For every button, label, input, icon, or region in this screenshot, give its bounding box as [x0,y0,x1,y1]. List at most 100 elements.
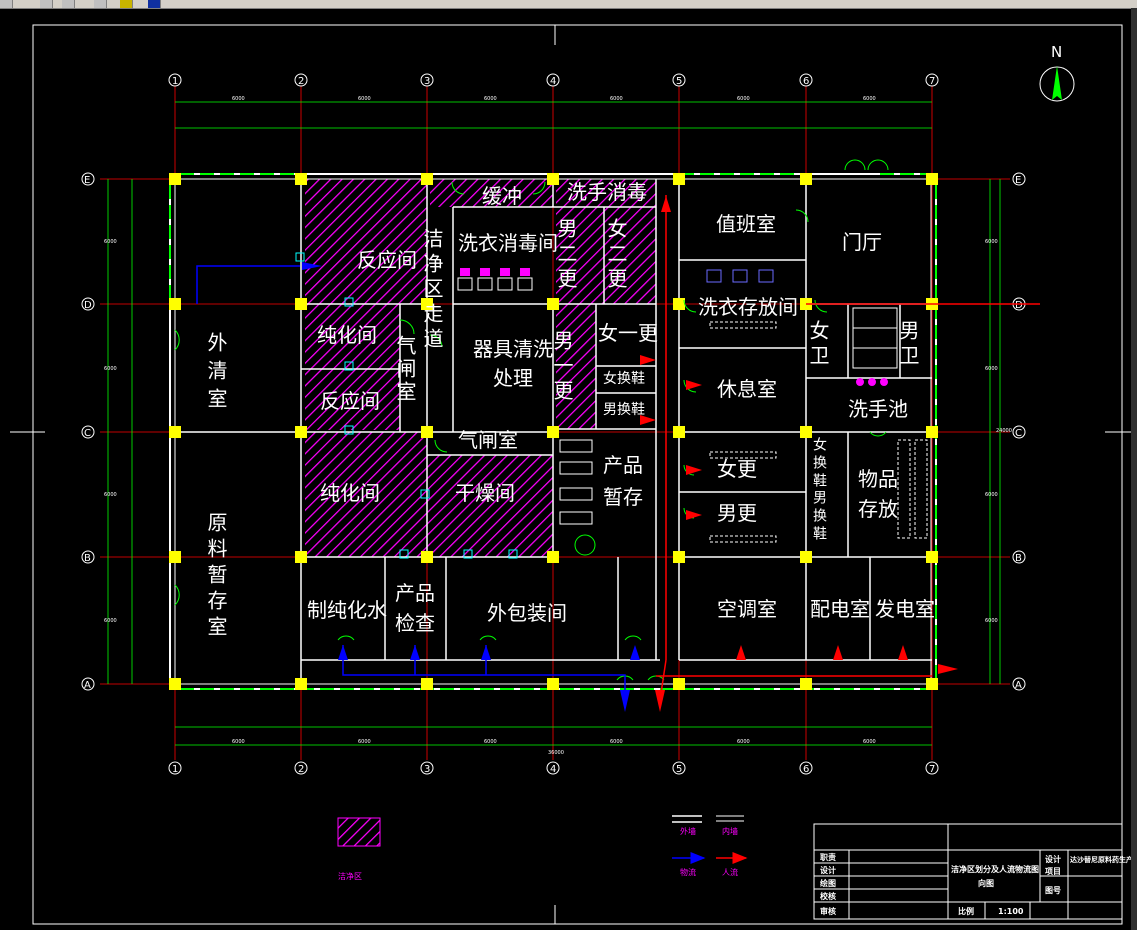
tb-row-zhi-ze: 职责 [820,852,836,862]
north-arrow-icon: N [1039,43,1075,102]
dim-right-2: 6000 [985,366,998,372]
room-yuan-liao: 原料暂存室 [204,512,228,642]
dim-right-3: 6000 [985,492,998,498]
room-xi-yi-xiao-du: 洗衣消毒间 [458,231,558,255]
axis-bubbles-bottom: 1 2 3 4 5 6 7 [168,761,939,775]
room-xiu-xi: 休息室 [717,377,777,401]
axis-label-x4-bottom: 4 [550,764,556,775]
axis-label-x2-bottom: 2 [298,764,304,775]
axis-label-yA: A [84,680,91,691]
legend: 洁净区 外墙 内墙 物流 人流 [337,815,748,881]
tb-drawing-no-label: 图号 [1045,886,1061,895]
toolbar-button-3[interactable] [62,0,75,8]
room-nan-geng: 男更 [717,501,757,525]
tb-project-label: 项目 [1045,867,1061,876]
room-qi-ju-qing-xi: 器具清洗 [473,337,553,361]
room-zan-cun: 暂存 [603,485,643,509]
tb-scale-label: 比例 [958,906,974,916]
help-icon[interactable] [148,0,161,8]
vertical-scrollbar[interactable] [1131,8,1137,930]
room-wai-qing-shi: 外清室 [204,332,228,416]
axis-bubbles-top: 1 2 3 4 5 6 7 [168,73,939,87]
dim-bottom-5: 6000 [737,739,750,745]
tb-row-hui-tu: 绘图 [820,878,836,888]
axis-label-x6: 6 [803,76,809,87]
axis-label-yB: B [84,553,91,564]
room-qi-zha-1: 气闸室 [393,335,417,404]
room-nv-yi-geng: 女一更 [598,321,658,345]
north-label: N [1051,43,1062,61]
dim-total: 36000 [548,750,564,756]
axis-label-x1-bottom: 1 [172,764,178,775]
room-wu-pin: 物品 [858,467,898,491]
tb-drawing-title: 洁净区划分及人流物流图 [951,864,1039,874]
room-huan-chong: 缓冲 [482,184,522,208]
room-xi-shou-xiao-du: 洗手消毒 [567,180,647,204]
dim-left-4: 6000 [104,618,117,624]
room-nan-wei: 男卫 [896,320,920,370]
dim-right-total: 24000 [996,428,1012,434]
axis-label-x5-bottom: 5 [676,764,682,775]
room-nan-huan-xie-2: 男换鞋 [811,490,827,544]
toolbar-button-4[interactable] [94,0,107,8]
dim-top-5: 6000 [737,96,750,102]
room-nv-geng: 女更 [717,457,757,481]
room-nv-er-geng: 女二更 [604,218,628,293]
room-qi-ju-chu-li: 处理 [493,366,533,390]
axis-label-yD: D [84,300,92,311]
dim-top-6: 6000 [863,96,876,102]
tb-row-she-ji: 设计 [820,865,836,875]
axis-label-yE-right: E [1015,175,1021,186]
room-gan-zao: 干燥间 [455,481,515,505]
toolbar-button-2[interactable] [40,0,53,8]
room-chun-hua-1: 纯化间 [317,323,377,347]
room-nan-huan-xie: 男换鞋 [603,401,645,418]
room-chun-hua-2: 纯化间 [320,481,380,505]
axis-label-x3: 3 [424,76,430,87]
dim-right-1: 6000 [985,239,998,245]
axis-label-x4: 4 [550,76,556,87]
dim-bottom-2: 6000 [358,739,371,745]
dim-left-3: 6000 [104,492,117,498]
axis-label-x7: 7 [929,76,935,87]
title-block-text: 职责 设计 绘图 校核 审核 洁净区划分及人流物流图 向图 设计 项目 达沙替尼… [820,852,1131,916]
axis-label-x3-bottom: 3 [424,764,430,775]
tb-row-shen-he: 审核 [820,906,836,916]
tb-project-name: 达沙替尼原料药生产车间设计 [1070,855,1131,864]
room-chan-pin-2: 产品 [395,581,435,605]
axis-label-yC: C [84,428,91,439]
legend-hatch-label: 洁净区 [338,871,362,881]
room-nv-huan-xie-2: 女换鞋 [811,436,827,491]
legend-wai-qiang: 外墙 [680,826,696,836]
dim-left-2: 6000 [104,366,117,372]
toolbar-button-5[interactable] [120,0,133,8]
room-men-ting: 门厅 [842,230,882,254]
room-jie-jing-zou-dao: 洁净区走道 [420,228,444,353]
tb-design-label: 设计 [1045,854,1061,864]
axis-label-x5: 5 [676,76,682,87]
legend-wu-liu: 物流 [680,867,696,877]
room-xi-shou-chi: 洗手池 [848,397,908,421]
room-pei-dian: 配电室 [810,597,870,621]
room-nv-huan-xie: 女换鞋 [603,370,645,387]
toolbar-button-1[interactable] [0,0,13,8]
dimension-lines [107,101,1001,746]
tb-row-xiao-he: 校核 [820,891,836,901]
room-fa-dian: 发电室 [875,597,935,621]
legend-nei-qiang: 内墙 [722,826,738,836]
dim-bottom-3: 6000 [484,739,497,745]
room-fan-ying-1: 反应间 [357,248,417,272]
dim-left-1: 6000 [104,239,117,245]
axis-label-x2: 2 [298,76,304,87]
axis-label-yE: E [84,175,90,186]
tb-scale-value: 1:100 [998,907,1024,916]
axis-label-yB-right: B [1015,553,1022,564]
room-nv-wei: 女卫 [806,320,830,370]
dim-bottom-1: 6000 [232,739,245,745]
dim-bottom-4: 6000 [610,739,623,745]
room-kong-tiao: 空调室 [717,597,777,621]
axis-label-yD-right: D [1015,300,1023,311]
dim-top-2: 6000 [358,96,371,102]
room-chan-pin: 产品 [603,453,643,477]
room-nan-er-geng: 男二更 [554,218,578,293]
